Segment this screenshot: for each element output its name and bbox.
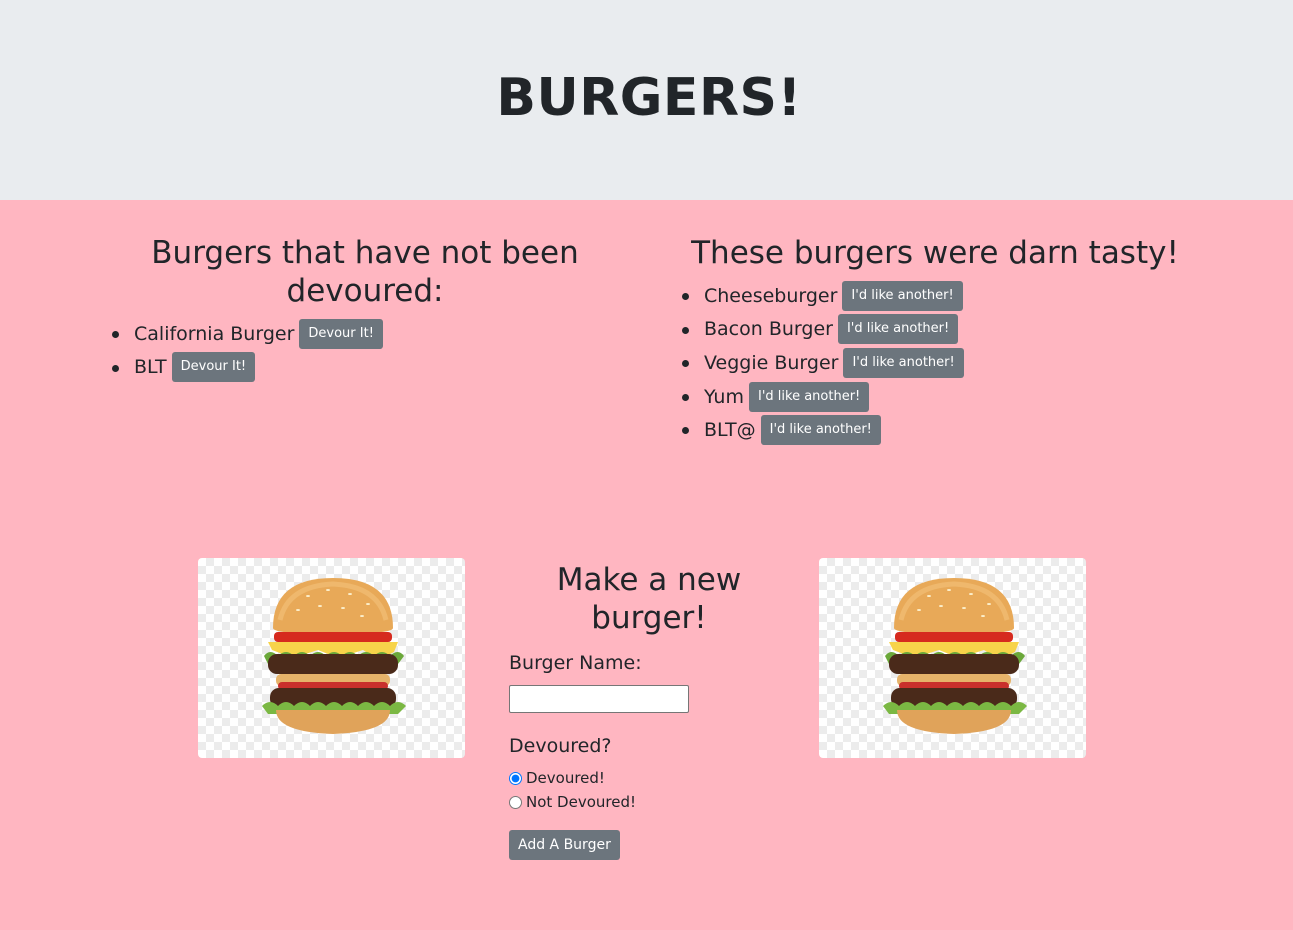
header-banner: BURGERS! — [0, 0, 1293, 200]
not-devoured-option-label: Not Devoured! — [526, 793, 636, 811]
burger-icon — [262, 578, 406, 734]
list-item: BLT Devour It! — [112, 351, 383, 385]
form-heading: Make a new burger! — [556, 562, 742, 636]
not-devoured-heading: Burgers that have not been devoured: — [151, 235, 579, 309]
devoured-section: These burgers were darn tasty! — [690, 234, 1180, 272]
devoured-option[interactable]: Devoured! — [509, 766, 789, 790]
not-devoured-radio[interactable] — [509, 795, 522, 809]
not-devoured-section: Burgers that have not been devoured: — [140, 234, 590, 310]
new-burger-form: Make a new burger! Burger Name: Devoured… — [509, 561, 789, 860]
reorder-button[interactable]: I'd like another! — [843, 347, 964, 378]
devoured-list: Cheeseburger I'd like another! Bacon Bur… — [682, 279, 964, 447]
reorder-button[interactable]: I'd like another! — [748, 381, 870, 412]
devoured-label: Devoured? — [509, 735, 612, 757]
burger-name: Bacon Burger — [704, 318, 833, 341]
reorder-button[interactable]: I'd like another! — [760, 415, 881, 446]
burger-name: BLT — [134, 356, 167, 379]
burger-icon — [883, 578, 1027, 734]
burger-image-right — [819, 558, 1086, 758]
page-title: BURGERS! — [496, 68, 802, 128]
list-item: Bacon Burger I'd like another! — [682, 313, 964, 347]
burger-name: Cheeseburger — [704, 284, 838, 307]
list-item: Veggie Burger I'd like another! — [682, 346, 964, 380]
list-item: California Burger Devour It! — [112, 317, 383, 351]
burger-name: Veggie Burger — [704, 351, 839, 374]
burger-name: Yum — [704, 385, 744, 408]
burger-name-label: Burger Name: — [509, 652, 642, 674]
burger-name-input[interactable] — [509, 685, 689, 713]
reorder-button[interactable]: I'd like another! — [837, 314, 959, 345]
burger-image-left — [198, 558, 465, 758]
devoured-option-label: Devoured! — [526, 769, 605, 787]
burger-name: BLT@ — [704, 419, 756, 442]
reorder-button[interactable]: I'd like another! — [842, 280, 963, 311]
list-item: Cheeseburger I'd like another! — [682, 279, 964, 313]
devoured-radio[interactable] — [509, 771, 522, 785]
devoured-heading: These burgers were darn tasty! — [691, 235, 1179, 271]
devour-button[interactable]: Devour It! — [299, 318, 383, 349]
list-item: Yum I'd like another! — [682, 380, 964, 414]
not-devoured-list: California Burger Devour It! BLT Devour … — [112, 317, 383, 385]
list-item: BLT@ I'd like another! — [682, 413, 964, 447]
devour-button[interactable]: Devour It! — [171, 352, 256, 383]
not-devoured-option[interactable]: Not Devoured! — [509, 790, 789, 814]
burger-name: California Burger — [134, 322, 295, 345]
add-burger-button[interactable]: Add A Burger — [509, 830, 620, 860]
